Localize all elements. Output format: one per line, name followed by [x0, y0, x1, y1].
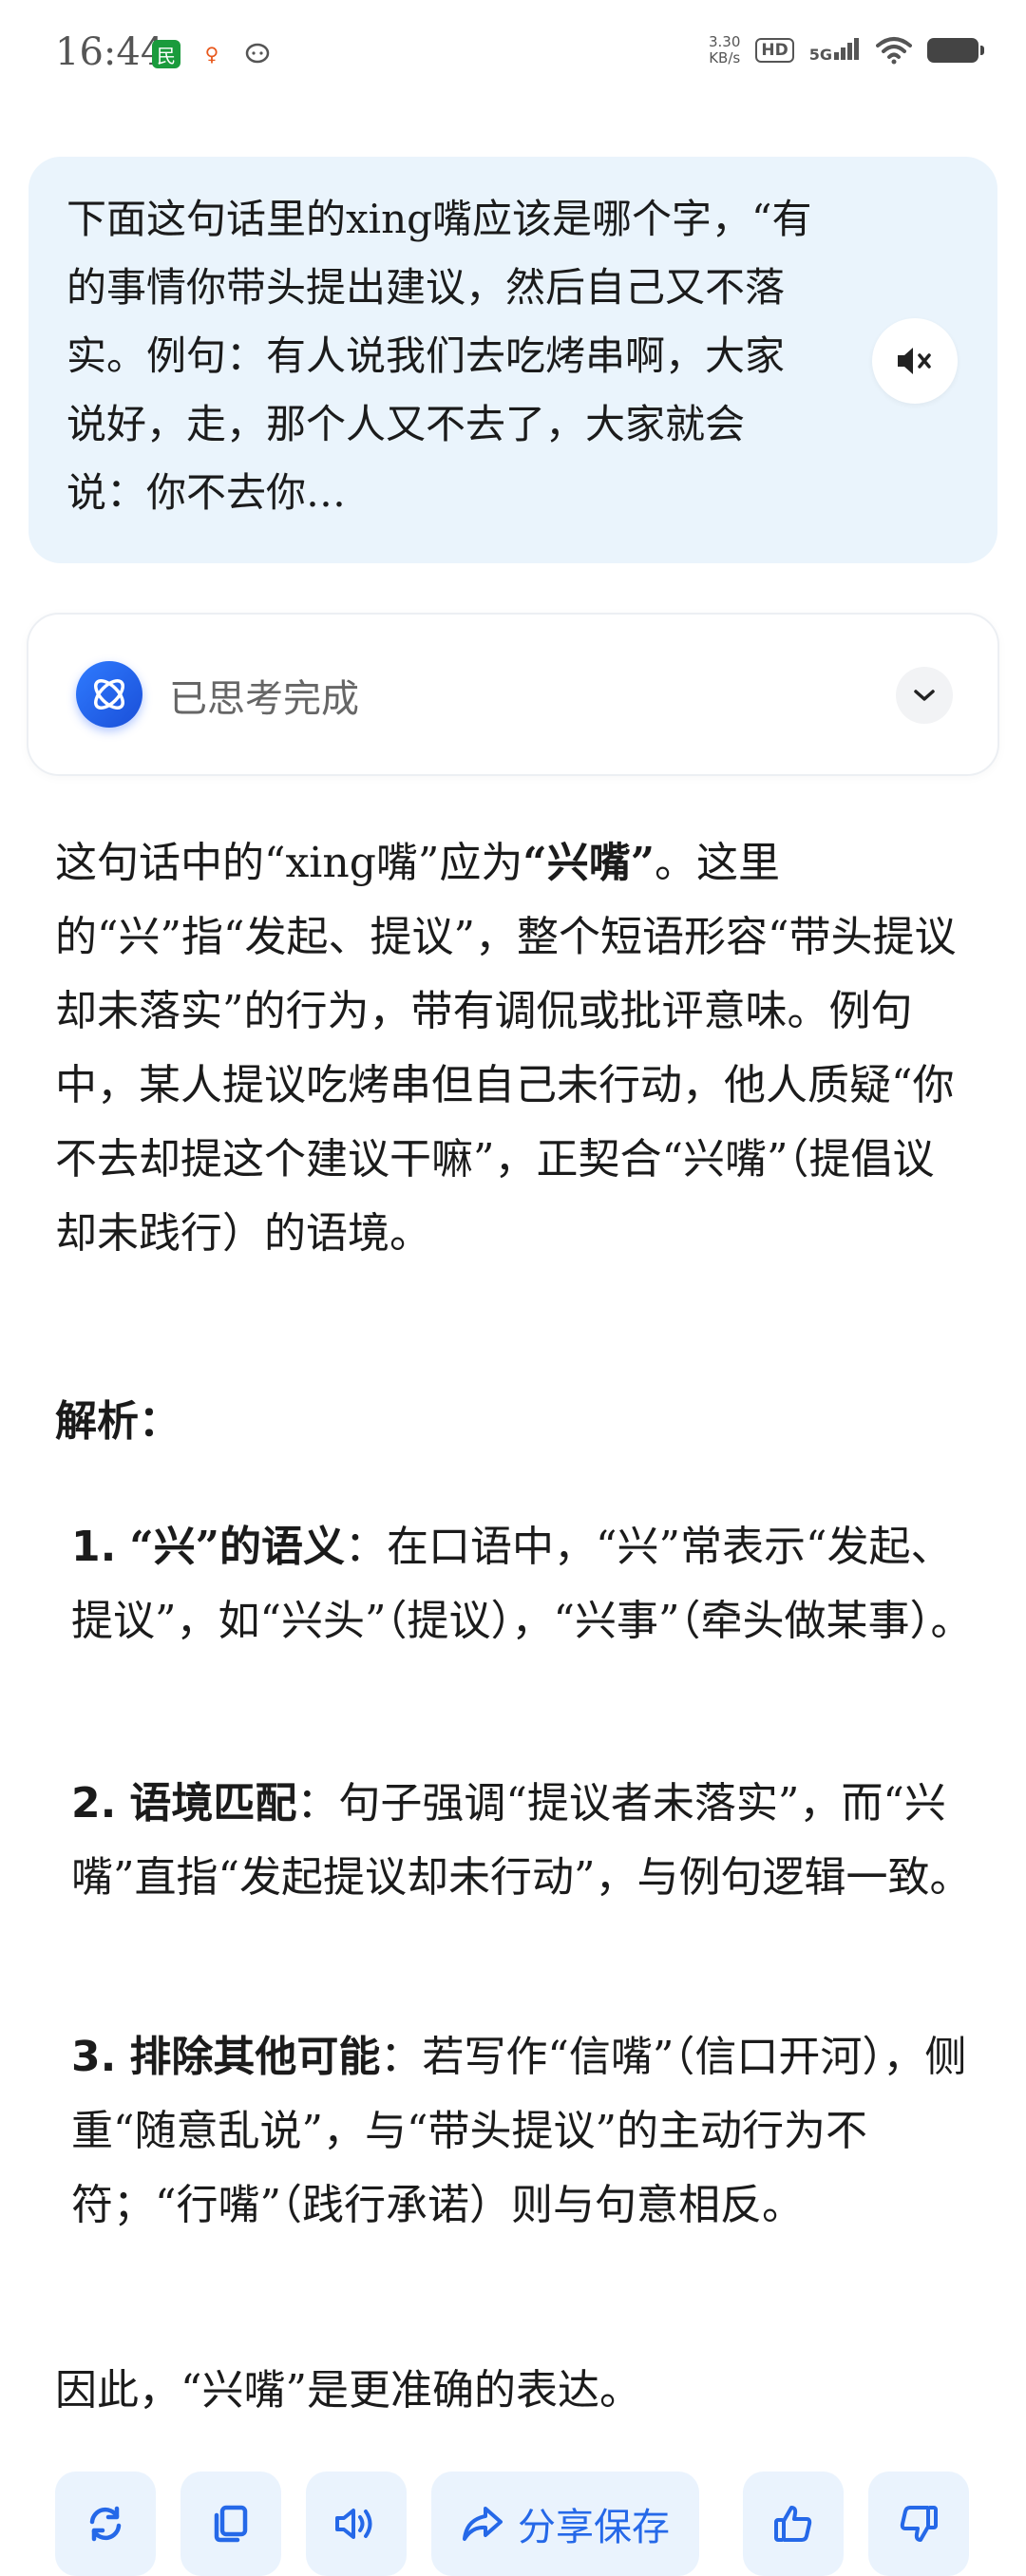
status-time: 16:44	[55, 30, 165, 74]
status-right: 3.30 KB/s HD 5G	[709, 34, 984, 66]
notification-icons: 民 ♀	[152, 40, 272, 68]
answer-text-part: 。这里的“兴”指“发起、提议”，整个短语形容“带头提议却未落实”的行为，带有调侃…	[55, 839, 957, 1258]
share-icon	[463, 2507, 503, 2541]
share-save-label: 分享保存	[518, 2506, 670, 2549]
mute-button[interactable]	[872, 318, 958, 404]
thumbs-up-icon	[774, 2506, 812, 2542]
user-query-text: 下面这句话里的xing嘴应该是哪个字，“有的事情你带头提出建议，然后自己又不落实…	[66, 196, 812, 516]
expand-thinking-button[interactable]	[896, 667, 953, 724]
assistant-logo-icon	[76, 661, 142, 728]
network-speed: 3.30 KB/s	[709, 34, 740, 66]
battery-icon	[927, 38, 984, 63]
refresh-icon	[89, 2506, 122, 2542]
copy-button[interactable]	[180, 2472, 281, 2576]
copy-icon	[214, 2505, 248, 2543]
item-number: 1.	[71, 1523, 117, 1571]
read-aloud-button[interactable]	[306, 2472, 407, 2576]
hd-icon: HD	[755, 38, 794, 63]
speaker-muted-icon	[898, 348, 931, 374]
speed-value: 3.30	[708, 33, 741, 50]
taobao-notification-icon: ♀	[198, 40, 226, 68]
analysis-item: 2. 语境匹配：句子强调“提议者未落实”，而“兴嘴”直指“发起提议却未行动”，与…	[71, 1767, 974, 1915]
speed-unit: KB/s	[709, 49, 741, 66]
wifi-icon	[876, 37, 912, 65]
thinking-status-label: 已思考完成	[169, 677, 359, 721]
status-bar: 16:44 民 ♀ 3.30 KB/s HD 5G	[0, 0, 1026, 114]
conclusion-text: 因此，“兴嘴”是更准确的表达。	[55, 2366, 641, 2415]
item-number: 2.	[71, 1779, 117, 1828]
chevron-down-icon	[914, 690, 935, 701]
analysis-item: 1. “兴”的语义：在口语中，“兴”常表示“发起、提议”，如“兴头”（提议），“…	[71, 1510, 974, 1658]
item-title: 语境匹配	[129, 1779, 297, 1828]
cellular-signal-icon: 5G	[808, 37, 861, 64]
dislike-button[interactable]	[868, 2472, 969, 2576]
answer-highlight: “兴嘴”	[522, 839, 656, 887]
like-button[interactable]	[743, 2472, 844, 2576]
thinking-status-card[interactable]: 已思考完成	[27, 613, 999, 776]
network-type: 5G	[808, 45, 832, 64]
thumbs-down-icon	[900, 2506, 938, 2542]
app-notification-icon: 民	[152, 40, 180, 68]
speaker-icon	[335, 2509, 372, 2539]
item-number: 3.	[71, 2033, 117, 2081]
regenerate-button[interactable]	[55, 2472, 156, 2576]
user-query-bubble[interactable]: 下面这句话里的xing嘴应该是哪个字，“有的事情你带头提出建议，然后自己又不落实…	[28, 157, 998, 563]
share-save-button[interactable]: 分享保存	[431, 2472, 699, 2576]
answer-text-part: 这句话中的“xing嘴”应为	[55, 839, 523, 887]
chat-notification-icon	[243, 40, 272, 68]
item-title: “兴”的语义	[129, 1523, 345, 1571]
item-title: 排除其他可能	[129, 2033, 381, 2081]
analysis-item: 3. 排除其他可能：若写作“信嘴”（信口开河），侧重“随意乱说”，与“带头提议”…	[71, 2020, 974, 2243]
answer-action-bar: 分享保存	[0, 2470, 1026, 2576]
answer-paragraph: 这句话中的“xing嘴”应为“兴嘴”。这里的“兴”指“发起、提议”，整个短语形容…	[55, 826, 967, 1271]
analysis-heading: 解析：	[55, 1397, 180, 1446]
